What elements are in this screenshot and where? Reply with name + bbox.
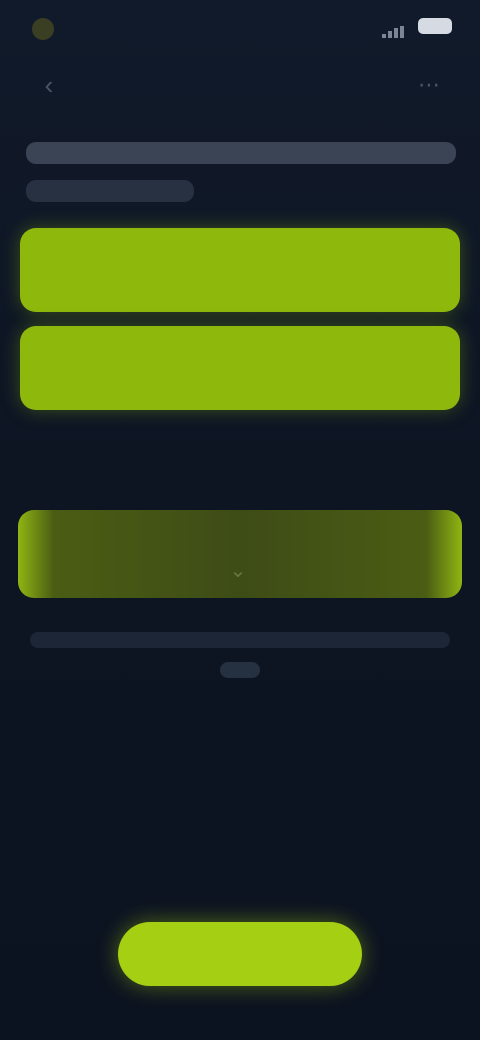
status-left <box>32 14 142 44</box>
header: ‹ ⋯ <box>0 62 480 112</box>
app-dot-icon <box>32 18 54 40</box>
note-text <box>30 632 450 692</box>
option-button-2[interactable] <box>20 326 460 410</box>
page-title <box>180 74 300 98</box>
continue-button[interactable] <box>118 922 362 986</box>
signal-icon <box>382 20 408 38</box>
note-line-center <box>220 662 260 678</box>
section-label <box>84 462 260 488</box>
note-line <box>30 632 450 648</box>
intro-line-short <box>26 180 194 202</box>
intro-line <box>26 142 456 164</box>
dots-icon[interactable]: ⋯ <box>416 72 442 98</box>
app-screen: ‹ ⋯ ⌄ <box>0 0 480 1040</box>
intro-text <box>26 142 456 218</box>
chevron-down-icon[interactable]: ⌄ <box>218 556 258 586</box>
chevron-left-icon[interactable]: ‹ <box>36 72 62 98</box>
option-button-1[interactable] <box>20 228 460 312</box>
status-bar <box>0 0 480 60</box>
status-right <box>382 18 452 38</box>
battery-icon <box>418 18 452 34</box>
